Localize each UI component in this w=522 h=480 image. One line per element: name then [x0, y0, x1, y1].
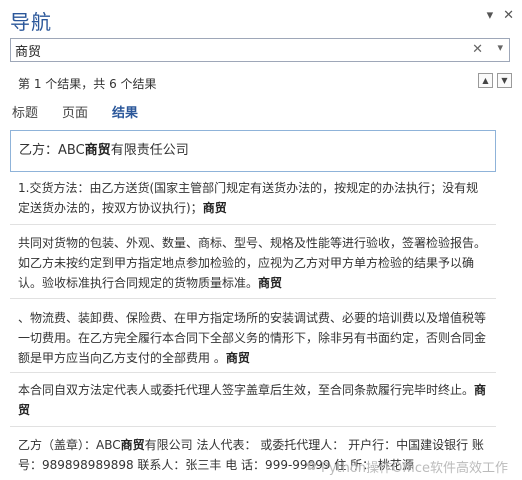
result-count: 第 1 个结果，共 6 个结果	[18, 77, 157, 91]
title-bar: 导航 ▾ ✕	[0, 0, 522, 38]
result-item[interactable]: 1.交货方法：由乙方送货(国家主管部门规定有送货办法的，按规定的办法执行；没有规…	[10, 178, 496, 218]
result-item[interactable]: 共同对货物的包装、外观、数量、商标、型号、规格及性能等进行验收，签署检验报告。如…	[10, 233, 496, 293]
search-box: ✕ ▾	[10, 38, 510, 62]
watermark: ✿ Python操作Office软件高效工作	[306, 457, 508, 476]
previous-result-button[interactable]: ▲	[478, 73, 493, 88]
result-text-after: 有限责任公司	[110, 143, 189, 158]
result-text: 1.交货方法：由乙方送货(国家主管部门规定有送货办法的，按规定的办法执行；没有规…	[18, 181, 479, 215]
dropdown-icon[interactable]: ▾	[487, 8, 494, 23]
result-keyword: 商贸	[202, 201, 227, 215]
result-text: 乙方：ABC	[19, 143, 85, 158]
result-text: 本合同自双方法定代表人或委托代理人签字盖章后生效，至合同条款履行完毕时终止。	[18, 383, 475, 397]
tab-results[interactable]: 结果	[112, 102, 138, 121]
result-item[interactable]: 本合同自双方法定代表人或委托代理人签字盖章后生效，至合同条款履行完毕时终止。商贸	[10, 380, 496, 420]
result-navigation: ▲ ▼	[478, 73, 512, 88]
result-text: 共同对货物的包装、外观、数量、商标、型号、规格及性能等进行验收，签署检验报告。如…	[18, 236, 487, 290]
watermark-text: Python操作Office软件高效工作	[320, 461, 508, 476]
tab-headings[interactable]: 标题	[12, 102, 38, 121]
divider	[10, 426, 496, 427]
result-item[interactable]: 、物流费、装卸费、保险费、在甲方指定场所的安装调试费、必要的培训费以及增值税等一…	[10, 308, 496, 368]
divider	[10, 372, 496, 373]
close-icon[interactable]: ✕	[503, 8, 514, 23]
chevron-down-icon[interactable]: ▾	[497, 41, 503, 54]
divider	[10, 298, 496, 299]
search-input[interactable]	[15, 41, 455, 59]
result-keyword: 商贸	[258, 276, 283, 290]
wechat-icon: ✿	[306, 459, 317, 474]
result-keyword: 商贸	[84, 143, 111, 158]
clear-icon[interactable]: ✕	[472, 42, 483, 57]
result-text: 乙方（盖章）：ABC	[18, 438, 121, 452]
pane-title: 导航	[10, 10, 52, 34]
nav-tabs: 标题 页面 结果	[12, 102, 138, 121]
result-keyword: 商贸	[120, 438, 145, 452]
divider	[10, 224, 496, 225]
result-item-selected[interactable]: 乙方：ABC商贸有限责任公司	[10, 130, 496, 172]
tab-pages[interactable]: 页面	[62, 102, 88, 121]
result-text: 、物流费、装卸费、保险费、在甲方指定场所的安装调试费、必要的培训费以及增值税等一…	[18, 311, 487, 365]
title-controls: ▾ ✕	[487, 8, 514, 23]
result-keyword: 商贸	[225, 351, 250, 365]
next-result-button[interactable]: ▼	[497, 73, 512, 88]
